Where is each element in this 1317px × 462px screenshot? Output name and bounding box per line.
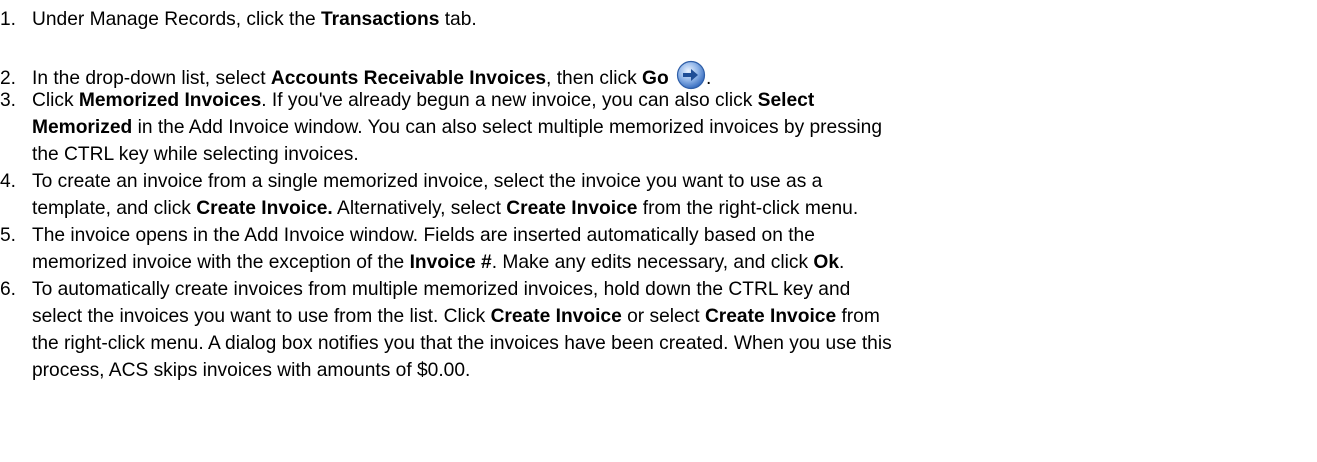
- list-item: 4. To create an invoice from a single mem…: [0, 171, 823, 192]
- list-item: 5. The invoice opens in the Add Invoice w…: [0, 225, 815, 246]
- list-item: 2. In the drop-down list, select Accounts…: [0, 60, 711, 91]
- create-invoice-ref: Create Invoice: [490, 306, 622, 327]
- transactions-tab-ref: Transactions: [321, 9, 440, 30]
- select-memorized-ref: Select: [757, 90, 815, 111]
- step-number: 1.: [0, 9, 17, 30]
- create-invoice-ref: Create Invoice: [704, 306, 837, 327]
- step-number: 6.: [0, 279, 17, 300]
- memorized-invoices-ref: Memorized Invoices: [78, 90, 262, 111]
- create-invoice-ref: Create Invoice: [506, 198, 638, 219]
- list-item: 3. Click Memorized Invoices. If you've al…: [0, 90, 815, 111]
- list-item: 6. To automatically create invoices from …: [0, 279, 851, 300]
- step-number: 3.: [0, 90, 17, 111]
- go-button-ref: Go: [642, 68, 669, 89]
- ok-button-ref: Ok: [813, 252, 840, 273]
- accounts-receivable-invoices-ref: Accounts Receivable Invoices: [270, 68, 547, 89]
- instruction-list: 1. Under Manage Records, click the Transa…: [0, 9, 892, 381]
- go-arrow-icon: [676, 60, 706, 90]
- step-number: 5.: [0, 225, 17, 246]
- invoice-number-ref: Invoice #: [409, 252, 492, 273]
- step-number: 2.: [0, 68, 17, 89]
- create-invoice-ref: Create Invoice.: [196, 198, 333, 219]
- step-number: 4.: [0, 171, 17, 192]
- list-item: 1. Under Manage Records, click the Transa…: [0, 9, 477, 30]
